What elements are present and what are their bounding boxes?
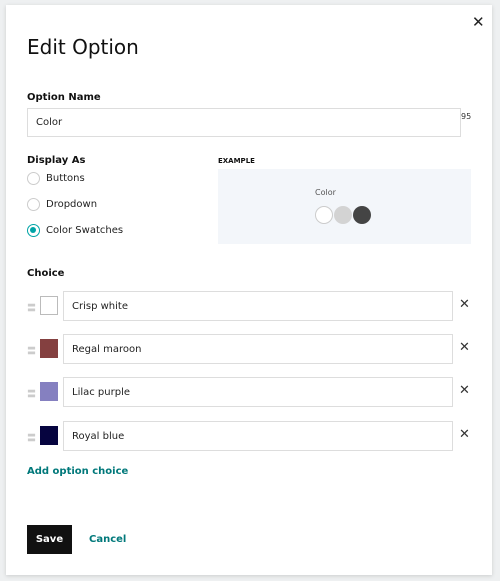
radio-buttons[interactable]: Buttons [27,172,85,185]
choice-label: Choice [27,268,65,279]
option-name-input[interactable] [27,108,461,137]
color-chip[interactable] [40,426,58,445]
radio-circle[interactable] [27,198,40,211]
swatch-gray [334,206,352,224]
radio-circle[interactable] [27,172,40,185]
radio-label: Dropdown [46,199,98,210]
choice-row: 〓 Lilac purple ✕ [27,377,470,407]
color-chip[interactable] [40,296,58,315]
dialog-title: Edit Option [27,35,139,59]
choice-input[interactable]: Royal blue [63,421,453,451]
color-chip[interactable] [40,382,58,401]
choice-row: 〓 Regal maroon ✕ [27,334,470,364]
save-button[interactable]: Save [27,525,72,554]
choice-row: 〓 Royal blue ✕ [27,421,470,451]
drag-handle-icon[interactable]: 〓 [27,431,36,444]
add-option-choice-link[interactable]: Add option choice [27,466,128,477]
choice-input[interactable]: Regal maroon [63,334,453,364]
drag-handle-icon[interactable]: 〓 [27,344,36,357]
example-preview: Color [218,169,471,244]
radio-dropdown[interactable]: Dropdown [27,198,97,211]
remove-choice-icon[interactable]: ✕ [459,340,470,355]
drag-handle-icon[interactable]: 〓 [27,301,36,314]
radio-circle-selected[interactable] [27,224,40,237]
remove-choice-icon[interactable]: ✕ [459,383,470,398]
radio-label: Buttons [46,173,85,184]
edit-option-dialog: ✕ Edit Option Option Name 95 Display As … [6,5,492,575]
drag-handle-icon[interactable]: 〓 [27,387,36,400]
remove-choice-icon[interactable]: ✕ [459,427,470,442]
remove-choice-icon[interactable]: ✕ [459,297,470,312]
example-label: EXAMPLE [218,157,255,165]
choice-row: 〓 Crisp white ✕ [27,291,470,321]
radio-label: Color Swatches [46,225,124,236]
option-name-label: Option Name [27,92,101,103]
choice-input[interactable]: Lilac purple [63,377,453,407]
color-chip[interactable] [40,339,58,358]
example-swatches [315,206,372,228]
character-counter: 95 [461,112,472,121]
cancel-button[interactable]: Cancel [89,534,126,545]
example-caption: Color [315,188,336,197]
radio-color-swatches[interactable]: Color Swatches [27,224,123,237]
swatch-dark [353,206,371,224]
display-as-label: Display As [27,155,86,166]
swatch-white [315,206,333,224]
choice-input[interactable]: Crisp white [63,291,453,321]
close-icon[interactable]: ✕ [472,13,485,31]
